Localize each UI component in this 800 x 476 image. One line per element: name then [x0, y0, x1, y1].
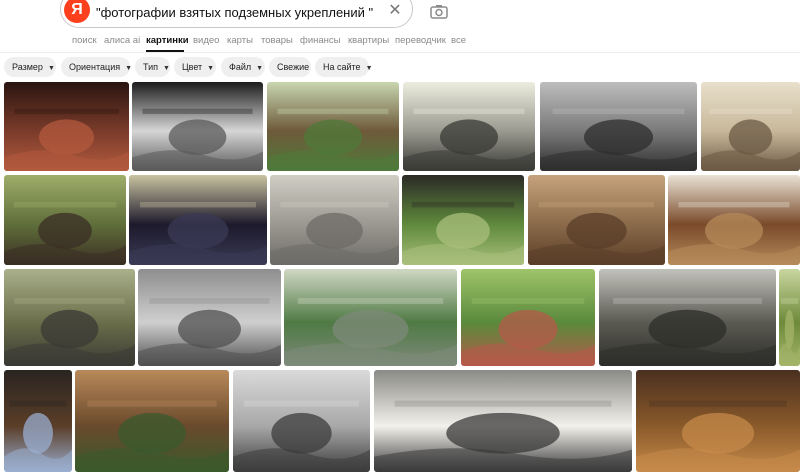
image-result-thumbnail[interactable]: [599, 269, 776, 366]
clear-icon[interactable]: ✕: [386, 2, 404, 20]
thumbnail-image: [75, 370, 229, 472]
image-result-thumbnail[interactable]: [132, 82, 263, 171]
image-result-thumbnail[interactable]: [636, 370, 800, 472]
thumbnail-image: [599, 269, 776, 366]
image-result-thumbnail[interactable]: [374, 370, 632, 472]
thumbnail-image: [4, 269, 135, 366]
image-result-thumbnail[interactable]: [540, 82, 697, 171]
filter-file[interactable]: Файл ▼: [221, 57, 265, 77]
image-result-thumbnail[interactable]: [779, 269, 800, 366]
chevron-down-icon: ▼: [125, 65, 133, 72]
thumbnail-image: [4, 175, 126, 265]
image-result-thumbnail[interactable]: [4, 269, 135, 366]
tab-all[interactable]: все: [451, 35, 466, 46]
thumbnail-image: [528, 175, 665, 265]
search-input[interactable]: "фотографии взятых подземных укреплений …: [96, 5, 373, 20]
filter-color[interactable]: Цвет ▼: [174, 57, 216, 77]
filter-type[interactable]: Тип ▼: [135, 57, 170, 77]
image-result-thumbnail[interactable]: [233, 370, 370, 472]
thumbnail-image: [4, 370, 72, 472]
image-result-thumbnail[interactable]: [403, 82, 535, 171]
thumbnail-image: [402, 175, 524, 265]
thumbnail-image: [636, 370, 800, 472]
image-result-thumbnail[interactable]: [284, 269, 457, 366]
thumbnail-image: [779, 269, 800, 366]
image-result-thumbnail[interactable]: [270, 175, 399, 265]
thumbnail-image: [267, 82, 399, 171]
chevron-down-icon: ▼: [365, 65, 373, 72]
tab-translator[interactable]: переводчик: [395, 35, 446, 46]
filter-label: Цвет: [182, 62, 203, 72]
thumbnail-image: [403, 82, 535, 171]
tab-search[interactable]: поиск: [72, 35, 97, 46]
image-result-thumbnail[interactable]: [4, 370, 72, 472]
thumbnail-image: [4, 82, 129, 171]
image-result-thumbnail[interactable]: [4, 175, 126, 265]
thumbnail-image: [284, 269, 457, 366]
thumbnail-image: [233, 370, 370, 472]
image-result-thumbnail[interactable]: [267, 82, 399, 171]
filter-label: Тип: [143, 62, 159, 72]
thumbnail-image: [461, 269, 595, 366]
image-result-thumbnail[interactable]: [138, 269, 281, 366]
filter-label: На сайте: [323, 62, 361, 72]
image-result-thumbnail[interactable]: [402, 175, 524, 265]
filter-orientation[interactable]: Ориентация ▼: [61, 57, 133, 77]
filter-label: Свежие: [277, 62, 310, 72]
tab-finance[interactable]: финансы: [300, 35, 340, 46]
image-result-thumbnail[interactable]: [75, 370, 229, 472]
tab-maps[interactable]: карты: [227, 35, 253, 46]
thumbnail-image: [132, 82, 263, 171]
chevron-down-icon: ▼: [256, 65, 264, 72]
thumbnail-image: [701, 82, 800, 171]
image-result-thumbnail[interactable]: [461, 269, 595, 366]
image-result-thumbnail[interactable]: [528, 175, 665, 265]
image-result-thumbnail[interactable]: [701, 82, 800, 171]
thumbnail-image: [129, 175, 267, 265]
image-result-thumbnail[interactable]: [668, 175, 800, 265]
filter-on-site[interactable]: На сайте ▼: [315, 57, 373, 77]
filter-label: Ориентация: [69, 62, 121, 72]
chevron-down-icon: ▼: [47, 65, 55, 72]
image-result-thumbnail[interactable]: [129, 175, 267, 265]
search-row: Я "фотографии взятых подземных укреплени…: [0, 0, 800, 30]
chevron-down-icon: ▼: [207, 65, 215, 72]
thumbnail-image: [270, 175, 399, 265]
image-result-thumbnail[interactable]: [4, 82, 129, 171]
tab-video[interactable]: видео: [193, 35, 219, 46]
camera-search-icon[interactable]: [428, 2, 450, 22]
tab-alice[interactable]: алиса ai: [104, 35, 140, 46]
tab-realty[interactable]: квартиры: [348, 35, 389, 46]
filter-label: Файл: [229, 62, 252, 72]
thumbnail-image: [374, 370, 632, 472]
header-divider: [0, 52, 800, 53]
filter-label: Размер: [12, 62, 43, 72]
thumbnail-image: [540, 82, 697, 171]
tab-images[interactable]: картинки: [146, 35, 189, 46]
thumbnail-image: [138, 269, 281, 366]
chevron-down-icon: ▼: [163, 65, 170, 72]
thumbnail-image: [668, 175, 800, 265]
tab-products[interactable]: товары: [261, 35, 293, 46]
filter-fresh[interactable]: Свежие: [269, 57, 311, 77]
filter-size[interactable]: Размер ▼: [4, 57, 56, 77]
